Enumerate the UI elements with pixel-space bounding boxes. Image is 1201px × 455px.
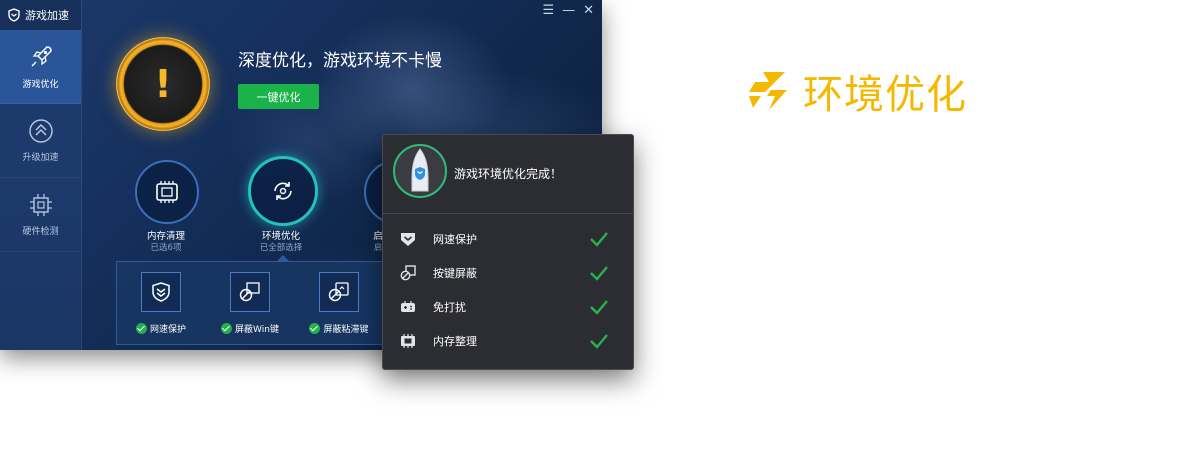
brand-logo-icon [749, 72, 787, 110]
sticky-key-block-icon [328, 282, 349, 302]
popup-item-no-disturb: 免打扰 [383, 290, 633, 324]
app-title: 游戏加速 [25, 9, 69, 22]
environment-detail-panel: 网速保护 屏蔽Win键 屏蔽粘滞键 [116, 261, 408, 345]
gamepad-icon [401, 301, 415, 312]
win-key-block-icon [239, 282, 260, 302]
app-title-bar: 游戏加速 [0, 0, 81, 30]
func-label-environment: 环境优化 [261, 231, 300, 242]
chip-icon [29, 194, 52, 216]
double-chevron-up-icon [28, 119, 53, 143]
exclamation-icon: ! [154, 62, 172, 106]
sidebar-item-label: 游戏优化 [22, 80, 59, 90]
checkmark-icon [590, 300, 608, 315]
shield-logo-icon [8, 8, 20, 22]
minimize-icon[interactable]: — [562, 4, 575, 18]
detail-item-block-sticky[interactable]: 屏蔽粘滞键 [299, 272, 379, 335]
memory-icon [156, 181, 178, 203]
popup-header: 游戏环境优化完成！ [383, 135, 633, 214]
sidebar-item-hardware-check[interactable]: 硬件检测 [0, 178, 81, 252]
close-icon[interactable]: ✕ [583, 4, 594, 18]
func-sub-memory: 已选6项 [150, 243, 182, 253]
detail-label: 屏蔽Win键 [210, 322, 290, 335]
shield-chevron-icon [401, 233, 415, 246]
menu-icon[interactable]: ☰ [542, 4, 554, 18]
check-circle-icon [221, 323, 233, 334]
memory-clean-button[interactable] [135, 160, 199, 224]
detail-label: 网速保护 [121, 322, 201, 335]
rocket-icon [31, 46, 52, 67]
popup-item-label: 内存整理 [433, 335, 477, 348]
checkmark-icon [590, 232, 608, 247]
func-label-memory: 内存清理 [146, 231, 185, 242]
refresh-icon [274, 182, 292, 200]
detail-label-text: 网速保护 [149, 325, 186, 335]
one-click-optimize-button[interactable]: 一键优化 [238, 84, 319, 109]
detail-icon-box [230, 272, 270, 312]
feature-brand: 环境优化 [745, 62, 967, 120]
environment-optimize-button[interactable] [248, 156, 318, 226]
sidebar-item-game-optimize[interactable]: 游戏优化 [0, 30, 81, 104]
popup-item-label: 网速保护 [433, 233, 477, 246]
popup-item-label: 免打扰 [433, 301, 466, 314]
detail-label-text: 屏蔽Win键 [235, 325, 279, 335]
popup-item-key-block: 按键屏蔽 [383, 256, 633, 290]
detail-icon-box [141, 272, 181, 312]
window-controls: ☰ — ✕ [542, 4, 594, 18]
popup-item-label: 按键屏蔽 [433, 267, 477, 280]
rocket-icon [411, 148, 429, 192]
checkmark-icon [590, 266, 608, 281]
memory-icon [401, 334, 415, 348]
key-block-icon [400, 265, 416, 281]
detail-label: 屏蔽粘滞键 [299, 322, 379, 335]
detail-label-text: 屏蔽粘滞键 [323, 325, 369, 335]
detail-item-net-protect[interactable]: 网速保护 [121, 272, 201, 335]
sidebar: 游戏加速 游戏优化 升级加速 硬件检测 [0, 0, 82, 350]
popup-item-net-protect: 网速保护 [383, 222, 633, 256]
popup-item-memory-tidy: 内存整理 [383, 324, 633, 358]
shield-chevron-icon [152, 282, 170, 302]
check-circle-icon [309, 323, 321, 334]
rocket-badge [393, 144, 447, 198]
hero-headline: 深度优化，游戏环境不卡慢 [238, 51, 442, 71]
sidebar-item-label: 升级加速 [22, 153, 59, 163]
detail-icon-box [319, 272, 359, 312]
popup-title: 游戏环境优化完成！ [454, 167, 563, 181]
check-circle-icon [135, 323, 147, 334]
brand-title: 环境优化 [803, 72, 967, 118]
sidebar-item-upgrade-boost[interactable]: 升级加速 [0, 104, 81, 178]
checkmark-icon [590, 334, 608, 349]
sidebar-item-label: 硬件检测 [22, 227, 59, 237]
optimize-complete-popup: 游戏环境优化完成！ 网速保护 按键屏蔽 免打扰 内存整理 [382, 134, 634, 370]
detail-item-block-win[interactable]: 屏蔽Win键 [210, 272, 290, 335]
func-sub-environment: 已全部选择 [259, 243, 303, 253]
warning-status-ring: ! [116, 37, 210, 131]
